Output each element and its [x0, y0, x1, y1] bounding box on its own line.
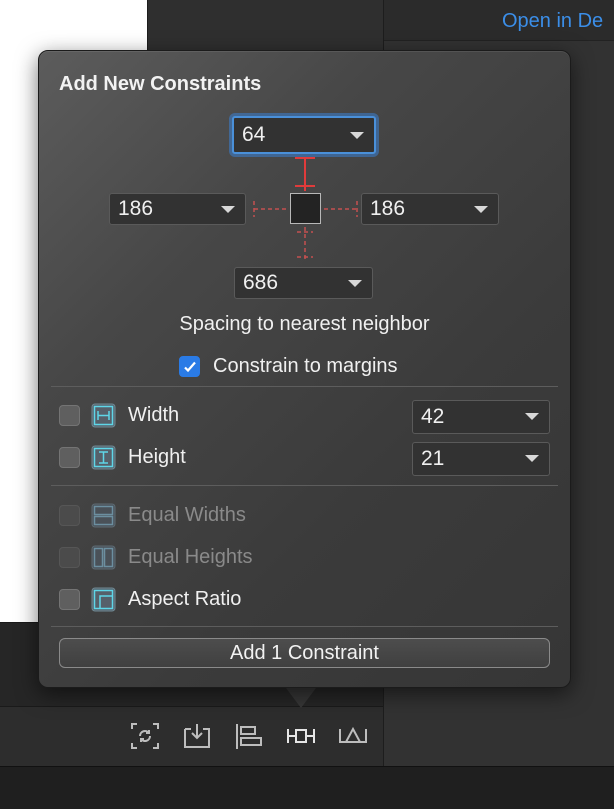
width-label: Width: [128, 404, 180, 426]
aspect-ratio-checkbox[interactable]: [59, 589, 80, 610]
width-value: 42: [421, 405, 445, 428]
height-row: Height: [59, 445, 186, 470]
bottom-constraint-strut[interactable]: [297, 227, 313, 259]
view-placeholder-box: [290, 193, 321, 224]
resolve-issues-icon[interactable]: [336, 720, 370, 752]
equal-heights-icon: [91, 545, 116, 570]
leading-constraint-strut[interactable]: [253, 201, 287, 217]
equal-heights-label: Equal Heights: [128, 546, 253, 568]
chevron-down-icon: [525, 455, 539, 462]
equal-widths-checkbox[interactable]: [59, 505, 80, 526]
add-constraints-button[interactable]: Add 1 Constraint: [59, 638, 550, 668]
equal-heights-row: Equal Heights: [59, 545, 253, 570]
update-frames-icon[interactable]: [128, 720, 162, 752]
aspect-ratio-icon: [91, 587, 116, 612]
add-constraints-popover: Add New Constraints 64 186 186 686 Spaci…: [38, 50, 571, 688]
align-icon[interactable]: [232, 720, 266, 752]
window-footer: [0, 766, 614, 809]
checkmark-icon: [183, 361, 196, 372]
constrain-to-margins-checkbox[interactable]: [179, 356, 200, 377]
height-value-dropdown[interactable]: 21: [412, 442, 550, 476]
aspect-ratio-row: Aspect Ratio: [59, 587, 241, 612]
aspect-ratio-label: Aspect Ratio: [128, 588, 242, 610]
width-constraint-icon: [91, 403, 116, 428]
embed-in-stack-icon[interactable]: [180, 720, 214, 752]
equal-heights-checkbox[interactable]: [59, 547, 80, 568]
top-constraint-strut[interactable]: [295, 157, 315, 191]
width-checkbox[interactable]: [59, 405, 80, 426]
equal-widths-row: Equal Widths: [59, 503, 246, 528]
width-row: Width: [59, 403, 179, 428]
divider: [51, 626, 558, 627]
trailing-constraint-strut[interactable]: [324, 201, 358, 217]
constrain-to-margins-label: Constrain to margins: [213, 355, 398, 377]
width-value-dropdown[interactable]: 42: [412, 400, 550, 434]
chevron-down-icon: [525, 413, 539, 420]
equal-widths-label: Equal Widths: [128, 504, 246, 526]
height-label: Height: [128, 446, 186, 468]
equal-widths-icon: [91, 503, 116, 528]
add-constraints-icon[interactable]: [284, 720, 318, 752]
constraint-struts: [253, 157, 358, 259]
height-constraint-icon: [91, 445, 116, 470]
divider: [51, 485, 558, 486]
constrain-to-margins-row[interactable]: Constrain to margins: [179, 355, 398, 378]
spacing-label: Spacing to nearest neighbor: [179, 313, 430, 335]
height-checkbox[interactable]: [59, 447, 80, 468]
height-value: 21: [421, 447, 445, 470]
divider: [51, 386, 558, 387]
open-in-link[interactable]: Open in De: [502, 10, 603, 33]
layout-toolbar: [128, 720, 370, 752]
